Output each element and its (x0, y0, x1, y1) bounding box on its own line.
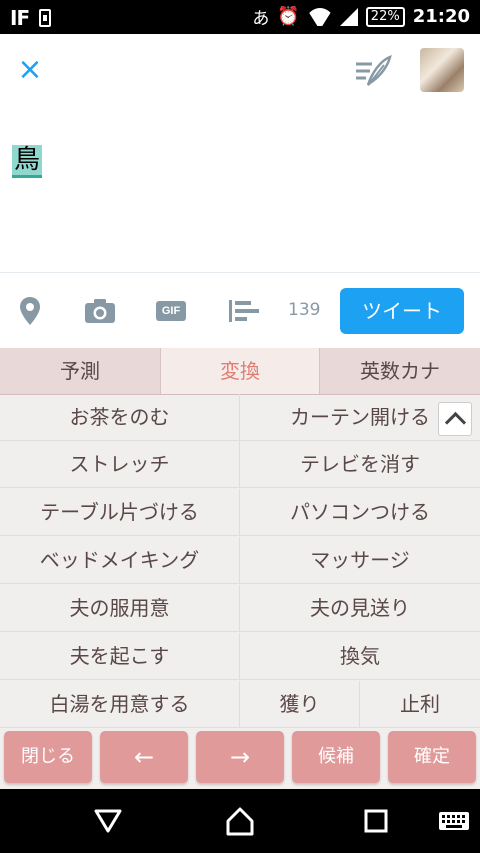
tab-prediction[interactable]: 予測 (0, 348, 160, 394)
location-icon[interactable] (14, 292, 46, 330)
candidate-item[interactable]: 換気 (240, 633, 480, 680)
drafts-feather-icon[interactable] (354, 54, 394, 87)
candidate-item[interactable]: テレビを消す (240, 441, 480, 488)
status-bar: IF あ ⏰ 22% 21:20 (0, 0, 480, 34)
candidate-item[interactable]: パソコンつける (240, 489, 480, 536)
candidate-item[interactable]: 止利 (360, 681, 480, 728)
candidate-item[interactable]: 夫の見送り (240, 585, 480, 632)
collapse-candidates-button[interactable] (438, 402, 472, 436)
recent-apps-icon[interactable] (360, 805, 392, 837)
close-icon[interactable]: × (14, 54, 46, 86)
candidate-item[interactable]: マッサージ (240, 537, 480, 584)
keyboard-switch-icon[interactable] (438, 805, 470, 837)
candidate-item[interactable]: ストレッチ (0, 441, 240, 488)
candidate-item[interactable]: 獲り (240, 681, 360, 728)
home-icon[interactable] (224, 805, 256, 837)
cursor-right-key[interactable]: → (196, 731, 284, 783)
alarm-icon: ⏰ (277, 6, 300, 27)
tab-alphanumeric-kana[interactable]: 英数カナ (320, 348, 480, 394)
avatar[interactable] (420, 48, 464, 92)
chevron-up-icon (444, 411, 466, 433)
phone-icon (39, 9, 52, 27)
candidate-item[interactable]: ベッドメイキング (0, 537, 240, 584)
keyboard-tabs: 予測 変換 英数カナ (0, 348, 480, 395)
gif-label: GIF (156, 301, 186, 321)
candidates-key[interactable]: 候補 (292, 731, 380, 783)
candidate-item[interactable]: 夫の服用意 (0, 585, 240, 632)
composing-text: 鳥 (12, 145, 43, 178)
camera-icon[interactable] (82, 292, 118, 330)
poll-icon[interactable] (226, 292, 262, 330)
close-keyboard-key[interactable]: 閉じる (4, 731, 92, 783)
wifi-icon (308, 8, 332, 26)
character-count: 139 (288, 300, 321, 320)
system-navigation-bar (0, 789, 480, 853)
input-mode-indicator: あ (252, 9, 270, 29)
gif-icon[interactable]: GIF (154, 292, 188, 330)
back-triangle-icon[interactable] (92, 805, 124, 837)
candidate-item[interactable]: テーブル片づける (0, 489, 240, 536)
candidate-item[interactable]: お茶をのむ (0, 394, 240, 441)
confirm-key[interactable]: 確定 (388, 731, 476, 783)
signal-icon (339, 7, 358, 26)
clock: 21:20 (412, 6, 470, 27)
tweet-button[interactable]: ツイート (340, 288, 464, 334)
tweet-text-input[interactable]: 鳥 (12, 139, 43, 178)
battery-icon: 22% (365, 6, 405, 27)
candidate-item[interactable]: 白湯を用意する (0, 681, 240, 728)
ifttt-logo: IF (10, 6, 30, 30)
tab-conversion[interactable]: 変換 (160, 348, 320, 394)
candidate-item[interactable]: 夫を起こす (0, 633, 240, 680)
cursor-left-key[interactable]: ← (100, 731, 188, 783)
divider (0, 272, 480, 273)
